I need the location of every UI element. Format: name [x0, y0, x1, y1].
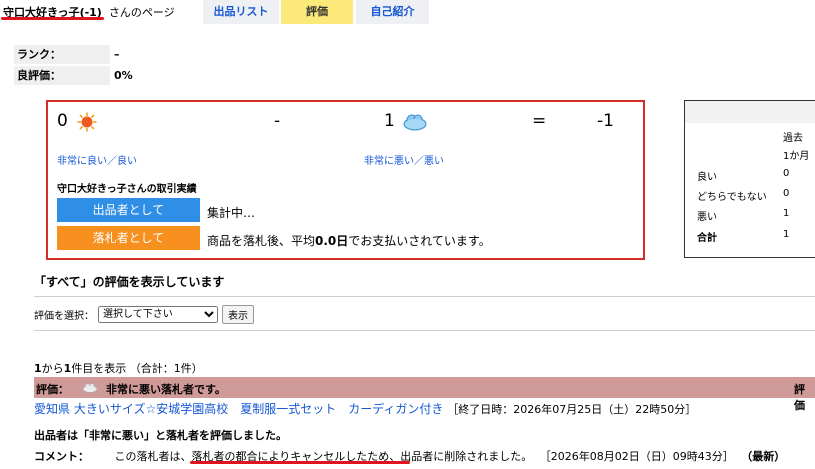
- item-title-link[interactable]: 愛知県 大きいサイズ☆安城学園高校 夏制服一式セット カーディガン付き: [34, 402, 443, 416]
- review-verdict: 出品者は「非常に悪い」と落札者を評価しました。: [34, 429, 287, 442]
- comment-pre: この落札者は、: [114, 450, 192, 463]
- divider: [34, 296, 815, 297]
- latest-badge: （最新）: [741, 450, 786, 463]
- cloud-icon: [403, 114, 427, 131]
- review-header-bar: 評価： 非常に悪い落札者です。 評価: [34, 377, 815, 412]
- table-header-band: [685, 101, 815, 123]
- buyer-role-days: 0.0日: [315, 234, 349, 248]
- comment-date: ［2026年08月02日（日）09時43分］: [539, 450, 734, 463]
- row-value-neutral: 0: [783, 188, 790, 199]
- row-label-total: 合計: [697, 233, 717, 244]
- tab-ratings[interactable]: 評価: [281, 0, 353, 24]
- filter-heading: 「すべて」の評価を表示しています: [34, 275, 225, 289]
- row-label-good: 良い: [697, 172, 717, 183]
- buyer-role-button[interactable]: 落札者として: [57, 226, 200, 250]
- buyer-role-text-pre: 商品を落札後、平均: [207, 234, 316, 248]
- tab-profile-label: 自己紹介: [370, 5, 415, 18]
- good-rate-label: 良評価：: [14, 66, 110, 85]
- rating-summary-box: 0 - 1 = -1 非常に良い／良い 非常に悪い／悪い 守口大好きっ子さんの取…: [46, 100, 645, 260]
- seller-role-button[interactable]: 出品者として: [57, 198, 200, 222]
- divider: [34, 330, 815, 331]
- bad-count: 1: [384, 111, 395, 131]
- row-value-total: 1: [783, 229, 790, 240]
- good-count: 0: [57, 111, 68, 131]
- count-mid: から: [41, 362, 64, 375]
- buyer-role-text: 商品を落札後、平均0.0日でお支払いされています。: [207, 232, 491, 249]
- rank-value: –: [114, 48, 120, 61]
- row-label-neutral: どちらでもない: [697, 192, 767, 203]
- row-label-bad: 悪い: [697, 212, 717, 223]
- seller-role-text: 集計中…: [207, 206, 256, 220]
- count-from: 1: [34, 362, 42, 375]
- sun-icon: [77, 112, 97, 132]
- row-value-good: 0: [783, 168, 790, 179]
- tab-ratings-label: 評価: [306, 5, 328, 18]
- review-item-line: 愛知県 大きいサイズ☆安城学園高校 夏制服一式セット カーディガン付き ［終了日…: [34, 400, 696, 417]
- total-score: -1: [597, 111, 614, 131]
- good-ratings-link[interactable]: 非常に良い／良い: [57, 152, 137, 167]
- equals-sign: =: [532, 111, 547, 131]
- highlight-underline: [1, 17, 104, 20]
- review-label: 評価：: [36, 383, 69, 396]
- filter-row: 評価を選択： 選択して下さい 表示: [34, 305, 254, 324]
- review-bar-right: 評価: [794, 383, 805, 412]
- buyer-role-text-post: でお支払いされています。: [348, 234, 491, 248]
- tab-listings[interactable]: 出品リスト: [203, 0, 279, 24]
- rating-filter-select[interactable]: 選択して下さい: [98, 306, 218, 323]
- minus-sign: -: [274, 111, 281, 131]
- tab-listings-label: 出品リスト: [213, 5, 269, 18]
- show-button[interactable]: 表示: [222, 305, 254, 324]
- rating-breakdown-table: 過去 1か月 良い 0 どちらでもない 0 悪い 1 合計 1: [684, 100, 815, 258]
- bad-ratings-link[interactable]: 非常に悪い／悪い: [364, 152, 444, 167]
- tab-profile[interactable]: 自己紹介: [356, 0, 429, 24]
- comment-label: コメント：: [34, 450, 89, 463]
- highlight-underline: [190, 461, 410, 464]
- col-header-past: 過去: [783, 133, 803, 144]
- select-label: 評価を選択：: [34, 311, 94, 322]
- count-post: 件目を表示 （合計：1件）: [71, 362, 203, 375]
- page-suffix: さんのページ: [108, 6, 175, 19]
- review-rating-text: 非常に悪い落札者です。: [106, 383, 226, 396]
- col-header-month: 1か月: [783, 151, 810, 162]
- record-title: 守口大好きっ子さんの取引実績: [57, 184, 197, 195]
- results-count: 1から1件目を表示 （合計：1件）: [34, 360, 203, 376]
- comment-post: 、出品者に削除されました。: [389, 450, 533, 463]
- rank-label: ランク：: [14, 45, 110, 64]
- row-value-bad: 1: [783, 208, 790, 219]
- cloud-icon: [82, 383, 98, 393]
- end-date: ［終了日時：2026年07月25日（土）22時50分］: [447, 403, 697, 416]
- good-rate-value: 0%: [114, 69, 133, 82]
